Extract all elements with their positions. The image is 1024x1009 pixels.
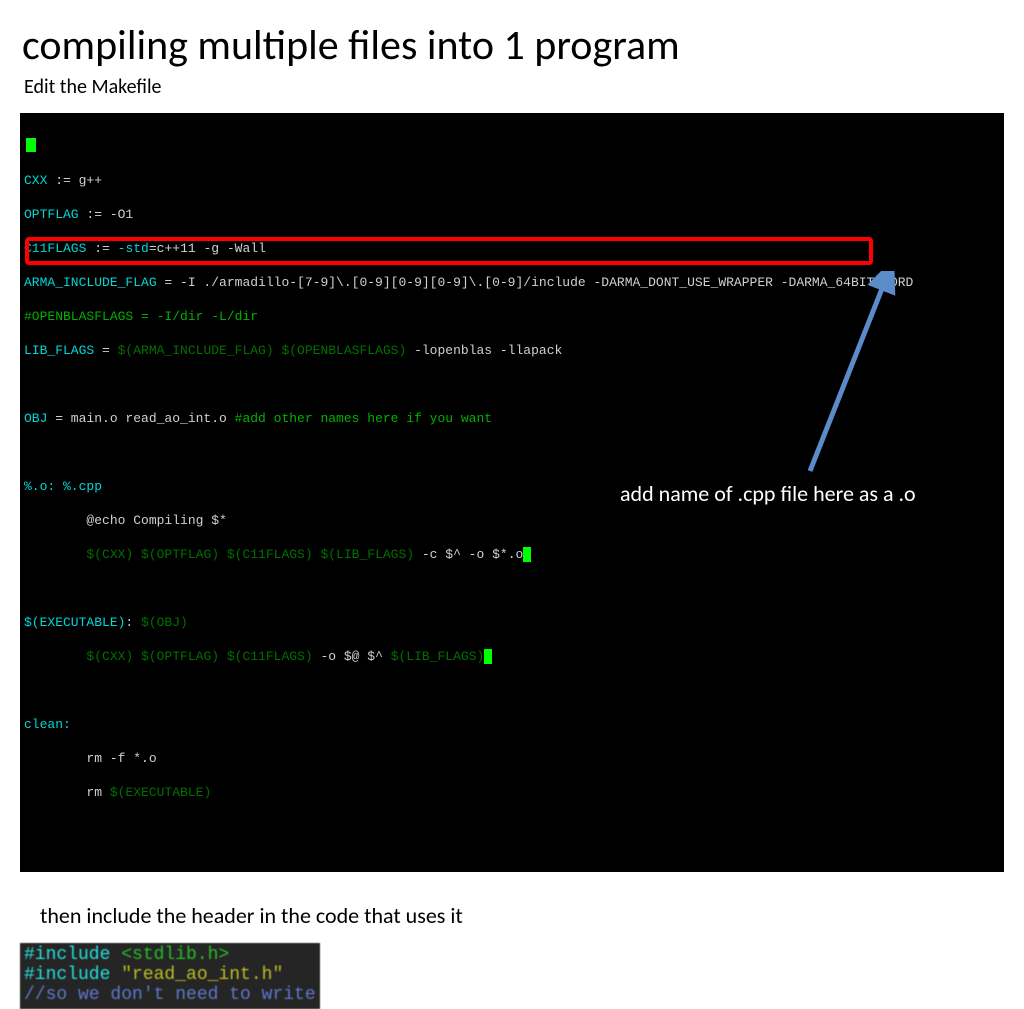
var-c11flags: C11FLAGS: [24, 241, 86, 256]
comment-openblas: #OPENBLASFLAGS = -I/dir -L/dir: [24, 309, 258, 324]
rule-clean: clean:: [24, 717, 71, 732]
rule-executable: $(EXECUTABLE): [24, 615, 125, 630]
slide-title: compiling multiple files into 1 program: [22, 20, 1024, 71]
makefile-terminal: CXX := g++ OPTFLAG := -O1 C11FLAGS := -s…: [20, 113, 1004, 872]
subtitle: Edit the Makefile: [24, 75, 1024, 99]
var-libflags: LIB_FLAGS: [24, 343, 94, 358]
comment-add-names: #add other names here if you want: [235, 411, 492, 426]
arrow-icon: [790, 271, 910, 491]
var-cxx: CXX: [24, 173, 47, 188]
annotation-add-name: add name of .cpp file here as a .o: [620, 485, 916, 502]
var-arma-include: ARMA_INCLUDE_FLAG: [24, 275, 157, 290]
include-snippet: #include <stdlib.h> #include "read_ao_in…: [20, 943, 320, 1009]
rule-pattern: %.o: %.cpp: [24, 479, 102, 494]
terminal-cursor: [26, 138, 36, 152]
note-include-header: then include the header in the code that…: [40, 902, 1024, 929]
var-optflag: OPTFLAG: [24, 207, 79, 222]
var-obj: OBJ: [24, 411, 47, 426]
